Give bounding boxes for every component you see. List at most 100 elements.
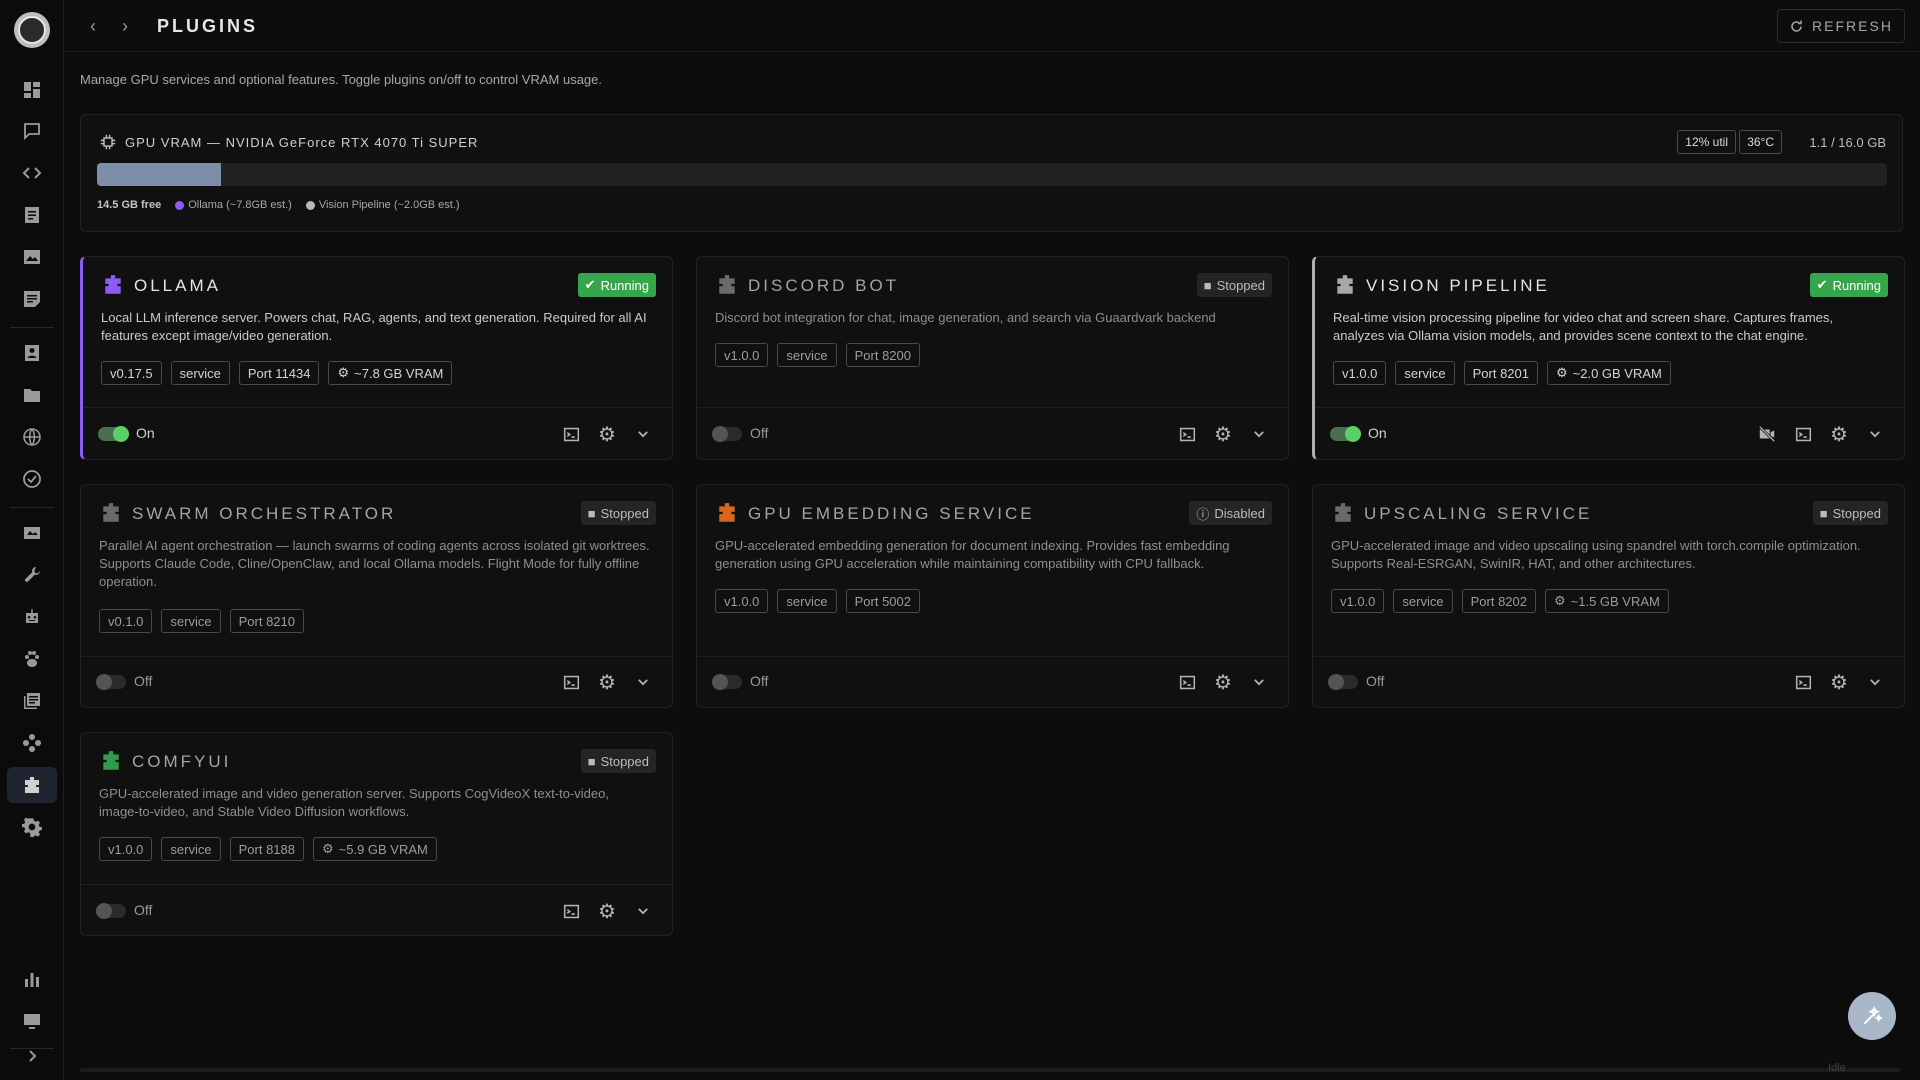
chevron-down-icon[interactable] <box>634 902 652 920</box>
notes-icon[interactable] <box>0 281 64 317</box>
back-arrow-icon[interactable]: ‹ <box>90 16 96 37</box>
type-tag: service <box>1395 361 1455 385</box>
chevron-down-icon[interactable] <box>634 425 652 443</box>
toggle-label: On <box>136 425 155 441</box>
chevron-down-icon[interactable] <box>1866 425 1884 443</box>
library-icon[interactable] <box>0 683 64 719</box>
gpu-temp-badge: 36°C <box>1739 130 1782 154</box>
plugin-card-upscaling: UPSCALING SERVICE ■ Stopped GPU-accelerat… <box>1312 484 1905 708</box>
task-check-icon[interactable] <box>0 461 64 497</box>
plugin-actions: ⚙ <box>1178 672 1268 694</box>
settings-gear-icon[interactable]: ⚙ <box>1214 672 1232 694</box>
chevron-down-icon[interactable] <box>1250 425 1268 443</box>
plugin-description: GPU-accelerated image and video upscalin… <box>1331 538 1861 571</box>
version-tag: v0.17.5 <box>101 361 162 385</box>
globe-icon[interactable] <box>0 419 64 455</box>
analytics-icon[interactable] <box>0 961 64 997</box>
forward-arrow-icon[interactable]: › <box>122 16 128 37</box>
modules-icon[interactable] <box>0 725 64 761</box>
settings-gear-icon[interactable]: ⚙ <box>598 901 616 923</box>
puzzle-icon <box>1337 275 1353 294</box>
code-icon[interactable] <box>0 155 64 191</box>
plugin-tags: v1.0.0 service Port 8202 ⚙ ~1.5 GB VRAM <box>1331 589 1669 613</box>
status-badge: ✔ Running <box>1809 273 1888 297</box>
vram-tag-label: ~5.9 GB VRAM <box>338 841 428 857</box>
refresh-icon <box>1791 20 1802 32</box>
check-circle-icon: ✔ <box>584 277 596 292</box>
help-circle-icon: ⓘ <box>1196 506 1210 522</box>
expand-sidebar-chevron-icon[interactable] <box>0 1038 64 1074</box>
vram-tag: ⚙ ~2.0 GB VRAM <box>1546 361 1671 385</box>
type-tag: service <box>1393 589 1453 613</box>
chevron-down-icon[interactable] <box>634 673 652 691</box>
toggle-label: Off <box>134 673 153 689</box>
refresh-button[interactable]: REFRESH <box>1777 9 1905 43</box>
terminal-icon[interactable] <box>1178 673 1196 691</box>
plugin-toggle[interactable] <box>96 903 126 919</box>
horizontal-scrollbar[interactable] <box>80 1068 1900 1072</box>
version-tag: v1.0.0 <box>99 837 153 861</box>
chip-icon <box>100 134 116 150</box>
settings-gear-icon[interactable]: ⚙ <box>1830 672 1848 694</box>
legend-vision-label: Vision Pipeline (~2.0GB est.) <box>318 199 460 211</box>
settings-gear-icon[interactable]: ⚙ <box>598 424 616 446</box>
terminal-icon[interactable] <box>1794 673 1812 691</box>
chat-icon[interactable] <box>0 113 64 149</box>
settings-gear-icon[interactable]: ⚙ <box>1214 424 1232 446</box>
plugin-toggle[interactable] <box>712 674 742 690</box>
plugin-toggle[interactable] <box>96 674 126 690</box>
folder-icon[interactable] <box>0 377 64 413</box>
status-label: Stopped <box>600 505 649 521</box>
toggle-label: Off <box>750 673 769 689</box>
image-icon[interactable] <box>0 239 64 275</box>
video-off-icon[interactable] <box>1758 425 1776 443</box>
wrench-icon[interactable] <box>0 557 64 593</box>
terminal-icon[interactable] <box>1794 425 1812 443</box>
legend-ollama-label: Ollama (~7.8GB est.) <box>188 199 292 211</box>
plugin-actions: ⚙ <box>1178 424 1268 446</box>
contacts-icon[interactable] <box>0 335 64 371</box>
chevron-down-icon[interactable] <box>1866 673 1884 691</box>
plugin-description: Local LLM inference server. Powers chat,… <box>101 310 647 343</box>
paw-icon[interactable] <box>0 641 64 677</box>
dashboard-icon[interactable] <box>0 72 64 108</box>
plugin-toggle[interactable] <box>712 426 742 442</box>
settings-gear-icon[interactable]: ⚙ <box>1830 424 1848 446</box>
gpu-vram-panel: GPU VRAM — NVIDIA GeForce RTX 4070 Ti SU… <box>80 114 1903 232</box>
vram-tag-label: ~7.8 GB VRAM <box>354 365 444 381</box>
app-logo[interactable] <box>14 12 50 48</box>
video-icon[interactable] <box>0 515 64 551</box>
plugin-tags: v1.0.0 service Port 5002 <box>715 589 920 613</box>
terminal-icon[interactable] <box>1178 425 1196 443</box>
document-icon[interactable] <box>0 197 64 233</box>
port-tag: Port 8202 <box>1461 589 1536 613</box>
plugins-icon[interactable] <box>7 767 57 803</box>
card-divider <box>697 407 1288 408</box>
chevron-down-icon[interactable] <box>1250 673 1268 691</box>
puzzle-icon <box>103 751 119 770</box>
legend-item-ollama: Ollama (~7.8GB est.) <box>175 199 292 211</box>
settings-gear-icon[interactable] <box>0 809 64 845</box>
toggle-label: Off <box>134 902 153 918</box>
plugin-toggle[interactable] <box>1328 674 1358 690</box>
plugin-toggle[interactable] <box>1330 426 1361 442</box>
vram-tag: ⚙ ~1.5 GB VRAM <box>1544 589 1669 613</box>
puzzle-icon <box>103 503 119 522</box>
monitor-icon[interactable] <box>0 1003 64 1039</box>
version-tag: v1.0.0 <box>1333 361 1387 385</box>
plugin-card-ollama: OLLAMA ✔ Running Local LLM inference serv… <box>80 256 673 460</box>
terminal-icon[interactable] <box>562 425 580 443</box>
magic-wand-icon <box>1863 1006 1883 1025</box>
robot-icon[interactable] <box>0 599 64 635</box>
terminal-icon[interactable] <box>562 902 580 920</box>
assistant-fab-button[interactable] <box>1848 992 1896 1040</box>
stop-icon: ■ <box>587 753 596 769</box>
vram-legend: 14.5 GB free Ollama (~7.8GB est.) Vision… <box>97 199 460 211</box>
plugin-toggle[interactable] <box>98 426 129 442</box>
settings-gear-icon[interactable]: ⚙ <box>598 672 616 694</box>
puzzle-icon <box>719 503 735 522</box>
plugin-title: GPU EMBEDDING SERVICE <box>748 504 1035 523</box>
card-divider <box>1315 407 1904 408</box>
terminal-icon[interactable] <box>562 673 580 691</box>
version-tag: v1.0.0 <box>715 343 769 367</box>
